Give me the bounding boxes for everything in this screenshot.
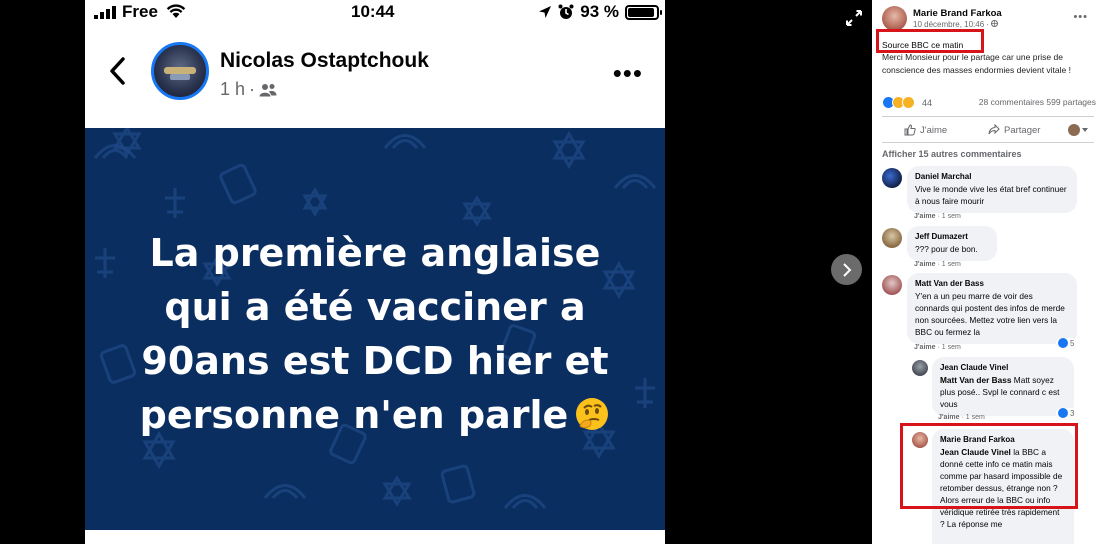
commenter-name[interactable]: Jean Claude Vinel xyxy=(940,362,1066,374)
comment-text: Y'en a un peu marre de voir des connards… xyxy=(915,291,1065,337)
post-image-text: La première anglaise qui a été vacciner … xyxy=(105,226,645,442)
alarm-icon xyxy=(558,4,574,19)
comment-reaction-badge[interactable]: 5 xyxy=(1056,338,1077,348)
comment-actions: J'aime · 1 sem xyxy=(914,261,961,268)
post-image: La première anglaise qui a été vacciner … xyxy=(85,128,665,530)
commenter-avatar[interactable] xyxy=(912,360,928,376)
user-mini-avatar xyxy=(1068,124,1080,136)
op-name[interactable]: Marie Brand Farkoa xyxy=(913,8,1002,19)
op-date: 10 décembre, 10:46 · xyxy=(913,20,999,29)
reactions-summary[interactable]: 44 xyxy=(882,96,932,109)
author-avatar[interactable] xyxy=(151,42,209,100)
commenter-name[interactable]: Daniel Marchal xyxy=(915,171,1069,183)
phone-screenshot: Free 10:44 93 % Nicolas Ostaptchouk 1 h … xyxy=(85,0,665,544)
reaction-as-selector[interactable] xyxy=(1068,124,1088,136)
comment-bubble: Matt Van der Bass Y'en a un peu marre de… xyxy=(907,273,1077,344)
location-arrow-icon xyxy=(539,6,552,18)
divider-bottom xyxy=(882,142,1094,143)
share-arrow-icon xyxy=(988,124,1000,135)
shares-count[interactable]: 599 partages xyxy=(1046,97,1096,107)
comment-text: Vive le monde vive les état bref continu… xyxy=(915,184,1067,206)
post-header: Nicolas Ostaptchouk 1 h · ••• xyxy=(85,30,665,120)
like-reaction-icon xyxy=(1058,338,1068,348)
wow-reaction-icon xyxy=(902,96,915,109)
comment-age: · 1 sem xyxy=(937,344,961,351)
author-name[interactable]: Nicolas Ostaptchouk xyxy=(220,49,429,73)
reply-bubble: Jean Claude Vinel Matt Van der Bass Matt… xyxy=(932,357,1074,416)
highlight-box-reply xyxy=(900,423,1078,509)
commenter-avatar[interactable] xyxy=(882,168,902,188)
meta-separator: · xyxy=(249,79,256,99)
comment-text: ??? pour de bon. xyxy=(915,244,978,254)
comment-reaction-count: 5 xyxy=(1070,338,1075,348)
wifi-icon xyxy=(166,4,186,18)
expand-icon[interactable] xyxy=(845,9,863,27)
clock: 10:44 xyxy=(351,2,395,21)
op-more-icon[interactable]: ••• xyxy=(1073,11,1088,23)
next-photo-button[interactable] xyxy=(831,254,862,285)
share-button[interactable]: Partager xyxy=(988,124,1040,136)
post-text-line-4: personne n'en parle xyxy=(105,388,645,442)
friends-audience-icon xyxy=(259,83,277,96)
post-more-icon[interactable]: ••• xyxy=(613,58,643,89)
comment-actions: J'aime · 1 sem xyxy=(914,344,961,351)
comment-like-link[interactable]: J'aime xyxy=(914,213,936,220)
op-date-text[interactable]: 10 décembre, 10:46 · xyxy=(913,20,989,29)
back-chevron-icon[interactable] xyxy=(109,56,127,86)
post-time[interactable]: 1 h xyxy=(220,79,245,100)
post-text-body: Merci Monsieur pour le partage car une p… xyxy=(882,52,1071,75)
comment-like-link[interactable]: J'aime xyxy=(938,414,960,421)
like-reaction-icon xyxy=(1058,408,1068,418)
like-label: J'aime xyxy=(920,124,948,136)
highlight-box-source xyxy=(876,29,984,53)
globe-icon xyxy=(991,20,999,27)
post-text-line-1: La première anglaise xyxy=(149,231,601,275)
battery-percent: 93 % xyxy=(580,2,619,21)
battery-icon xyxy=(625,4,662,20)
divider-top xyxy=(882,116,1094,117)
op-avatar[interactable] xyxy=(882,6,907,31)
reactions-count: 44 xyxy=(922,97,933,108)
comment-reaction-badge[interactable]: 3 xyxy=(1056,408,1077,418)
comment-reaction-count: 3 xyxy=(1070,408,1075,418)
comment-age: · 1 sem xyxy=(937,213,961,220)
comment-like-link[interactable]: J'aime xyxy=(914,261,936,268)
thinking-face-emoji-icon xyxy=(576,398,609,430)
chevron-right-icon xyxy=(842,262,851,277)
commenter-avatar[interactable] xyxy=(882,275,902,295)
post-text-line-3: 90ans est DCD hier et xyxy=(141,339,609,383)
comment-actions: J'aime · 1 sem xyxy=(914,213,961,220)
share-label: Partager xyxy=(1004,124,1041,136)
post-meta: 1 h · xyxy=(220,79,277,100)
post-text-line-4-text: personne n'en parle xyxy=(139,393,569,437)
status-right: 93 % xyxy=(538,2,662,22)
post-counts: 28 commentaires 599 partages xyxy=(960,97,1096,107)
comments-count[interactable]: 28 commentaires xyxy=(979,97,1044,107)
comment-mention[interactable]: Matt Van der Bass xyxy=(940,375,1011,385)
status-bar: Free 10:44 93 % xyxy=(85,0,665,24)
commenter-name[interactable]: Matt Van der Bass xyxy=(915,278,1069,290)
comment-actions: J'aime · 1 sem xyxy=(938,414,985,421)
carrier-label: Free xyxy=(122,2,158,21)
comment-age: · 1 sem xyxy=(937,261,961,268)
comment-age: · 1 sem xyxy=(961,414,985,421)
signal-icon xyxy=(94,6,116,19)
like-button[interactable]: J'aime xyxy=(904,124,947,136)
post-text-line-2: qui a été vacciner a xyxy=(164,285,586,329)
more-comments-link[interactable]: Afficher 15 autres commentaires xyxy=(882,149,1022,159)
comment-bubble: Daniel Marchal Vive le monde vive les ét… xyxy=(907,166,1077,213)
commenter-avatar[interactable] xyxy=(882,228,902,248)
comments-panel: Marie Brand Farkoa 10 décembre, 10:46 · … xyxy=(872,0,1100,544)
comment-bubble: Jeff Dumazert ??? pour de bon. xyxy=(907,226,997,261)
commenter-name[interactable]: Jeff Dumazert xyxy=(915,231,989,243)
comment-like-link[interactable]: J'aime xyxy=(914,344,936,351)
battery-level xyxy=(628,7,655,17)
thumbs-up-icon xyxy=(904,124,916,136)
chevron-down-icon xyxy=(1082,128,1088,132)
